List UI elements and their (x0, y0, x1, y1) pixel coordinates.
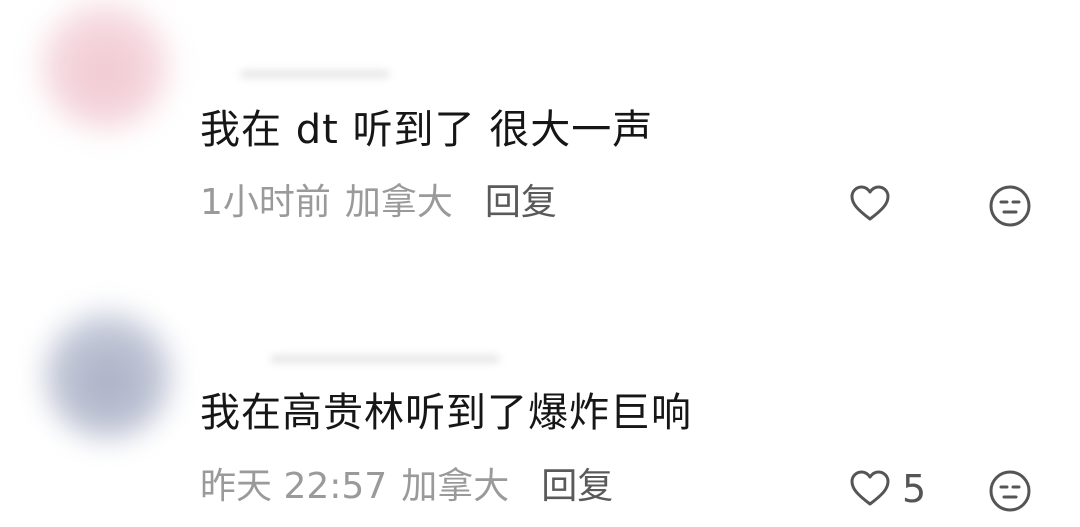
reply-button[interactable]: 回复 (485, 181, 557, 225)
like-button[interactable] (848, 182, 902, 226)
comment-text: 我在 dt 听到了 很大一声 (200, 107, 654, 153)
comment-text: 我在高贵林听到了爆炸巨响 (200, 390, 692, 436)
username-blurred[interactable] (270, 355, 500, 363)
comment-location: 加拿大 (401, 466, 510, 507)
heart-outline-icon (848, 182, 892, 226)
neutral-face-icon (988, 184, 1032, 228)
like-count: 5 (902, 467, 927, 511)
comment-item: 我在高贵林听到了爆炸巨响 昨天 22:57 加拿大 回复 5 (0, 263, 1080, 526)
heart-outline-icon (848, 467, 892, 511)
emoji-reaction-button[interactable] (988, 184, 1032, 228)
neutral-face-icon (988, 469, 1032, 513)
comment-meta: 1小时前 加拿大 回复 (200, 181, 557, 225)
comment-item: 我在 dt 听到了 很大一声 1小时前 加拿大 回复 (0, 0, 1080, 263)
username-blurred[interactable] (240, 70, 390, 78)
comment-location: 加拿大 (344, 182, 453, 223)
avatar[interactable] (44, 311, 172, 439)
emoji-reaction-button[interactable] (988, 469, 1032, 513)
like-button[interactable]: 5 (848, 467, 926, 511)
comment-time: 昨天 22:57 (200, 466, 388, 507)
comment-time: 1小时前 (200, 182, 331, 223)
avatar[interactable] (40, 0, 170, 130)
reply-button[interactable]: 回复 (541, 465, 613, 509)
comment-meta: 昨天 22:57 加拿大 回复 (200, 465, 613, 509)
